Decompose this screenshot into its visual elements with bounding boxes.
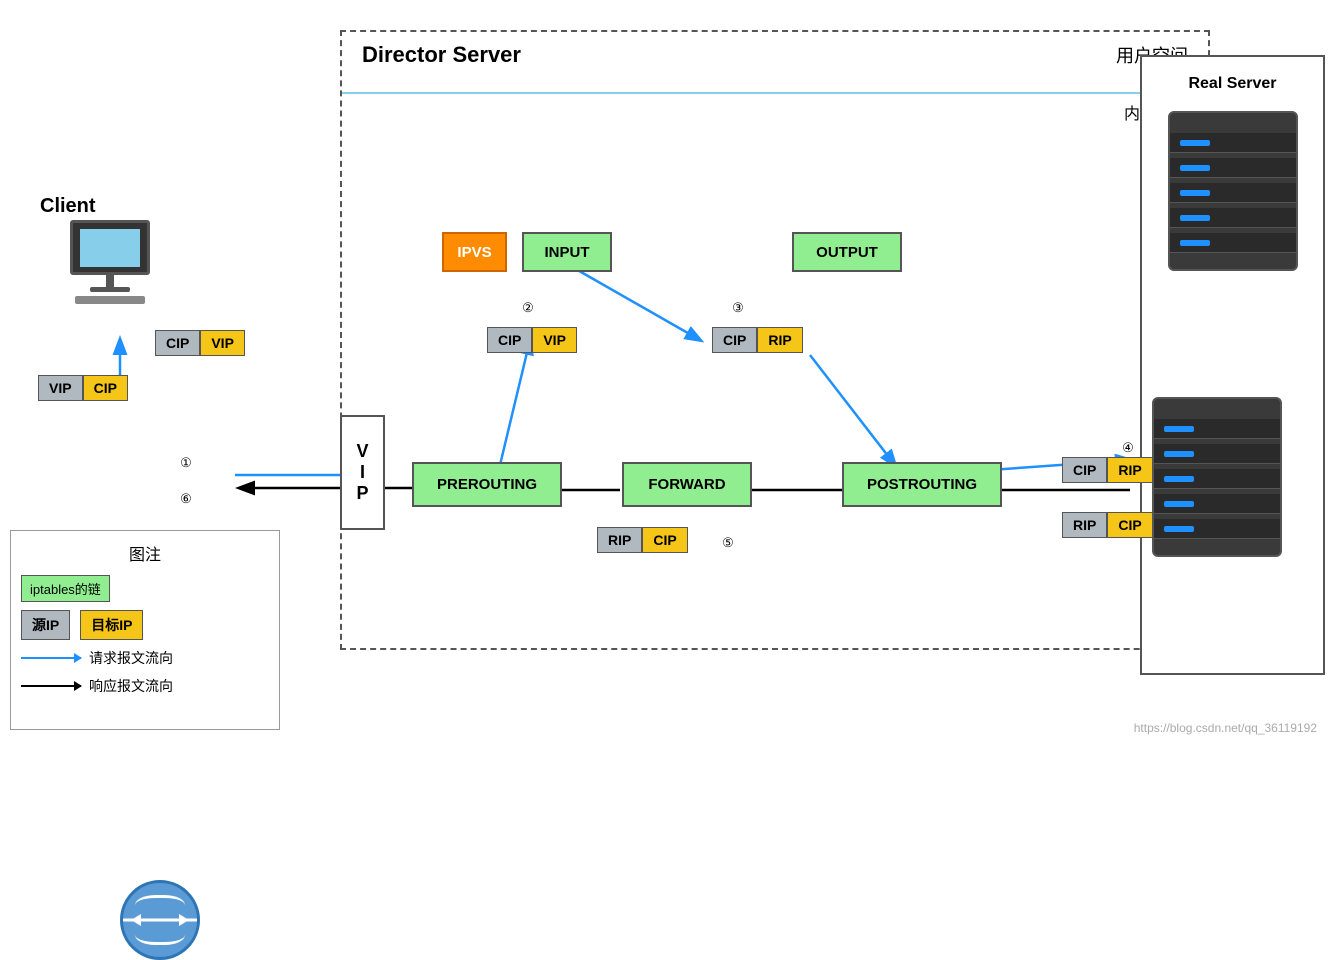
ipvs-box: IPVS bbox=[442, 232, 507, 272]
server-icon-top bbox=[1168, 111, 1298, 271]
step3-label: ③ bbox=[727, 297, 749, 319]
step4-label: ④ bbox=[1117, 437, 1139, 459]
return-cip-tag: CIP bbox=[155, 330, 200, 356]
director-cip-vip-pair: CIP VIP bbox=[487, 327, 577, 353]
director-server-box: Director Server 用户空间 内核空间 IPVS INPUT OUT… bbox=[340, 30, 1210, 650]
rs-cip-rip-pair: CIP RIP bbox=[1062, 457, 1153, 483]
main-container: Client bbox=[0, 0, 1337, 745]
client-cip-tag: CIP bbox=[83, 375, 128, 401]
rs-cip2-tag: CIP bbox=[1107, 512, 1152, 538]
rs-rip2-tag: RIP bbox=[1062, 512, 1107, 538]
client-send-ip-pair: VIP CIP bbox=[38, 375, 128, 401]
dir-cip2-tag: CIP bbox=[712, 327, 757, 353]
rs-rip-tag: RIP bbox=[1107, 457, 1152, 483]
legend-request-item: 请求报文流向 bbox=[21, 648, 269, 668]
legend-request-label: 请求报文流向 bbox=[89, 648, 173, 668]
legend-chain-sample: iptables的链 bbox=[21, 575, 110, 602]
step5-label: ⑤ bbox=[717, 532, 739, 554]
dir-cip-tag: CIP bbox=[487, 327, 532, 353]
postrouting-chain-box: POSTROUTING bbox=[842, 462, 1002, 507]
director-server-label: Director Server bbox=[362, 42, 521, 68]
vip-vertical-box: V I P bbox=[340, 415, 385, 530]
bot-rip-tag: RIP bbox=[597, 527, 642, 553]
step1-label: ① bbox=[175, 452, 197, 474]
legend-blue-arrow bbox=[21, 657, 81, 659]
prerouting-chain-box: PREROUTING bbox=[412, 462, 562, 507]
client-return-ip-pair: CIP VIP bbox=[155, 330, 245, 356]
step6-label: ⑥ bbox=[175, 488, 197, 510]
output-chain-box: OUTPUT bbox=[792, 232, 902, 272]
client-label: Client bbox=[40, 195, 96, 218]
dir-rip-tag: RIP bbox=[757, 327, 802, 353]
legend-response-item: 响应报文流向 bbox=[21, 676, 269, 696]
return-vip-tag: VIP bbox=[200, 330, 245, 356]
server-icon-bottom bbox=[1152, 397, 1282, 557]
router-icon bbox=[60, 440, 160, 510]
forward-chain-box: FORWARD bbox=[622, 462, 752, 507]
bottom-rip-cip-pair: RIP CIP bbox=[597, 527, 688, 553]
bot-cip-tag: CIP bbox=[642, 527, 687, 553]
client-vip-tag: VIP bbox=[38, 375, 83, 401]
legend-response-label: 响应报文流向 bbox=[89, 676, 173, 696]
legend-black-arrow bbox=[21, 685, 81, 687]
legend-ip-item: 源IP 目标IP bbox=[21, 610, 269, 640]
director-cip-rip-pair: CIP RIP bbox=[712, 327, 803, 353]
rs-cip-tag: CIP bbox=[1062, 457, 1107, 483]
step2-label: ② bbox=[517, 297, 539, 319]
legend-source-ip: 源IP bbox=[21, 610, 70, 640]
legend-target-ip: 目标IP bbox=[80, 610, 143, 640]
dir-vip-tag: VIP bbox=[532, 327, 577, 353]
legend-chain-item: iptables的链 bbox=[21, 575, 269, 602]
legend-box: 图注 iptables的链 源IP 目标IP 请求报文流向 响应报文流向 bbox=[10, 530, 280, 730]
legend-title: 图注 bbox=[21, 541, 269, 565]
real-server-section: Real Server ④ CIP RIP bbox=[1140, 55, 1325, 675]
user-space-divider bbox=[342, 92, 1208, 94]
input-chain-box: INPUT bbox=[522, 232, 612, 272]
watermark: https://blog.csdn.net/qq_36119192 bbox=[1134, 721, 1317, 735]
rs-rip-cip-pair: RIP CIP bbox=[1062, 512, 1153, 538]
client-computer-icon bbox=[55, 220, 165, 300]
real-server-label: Real Server bbox=[1142, 67, 1323, 101]
